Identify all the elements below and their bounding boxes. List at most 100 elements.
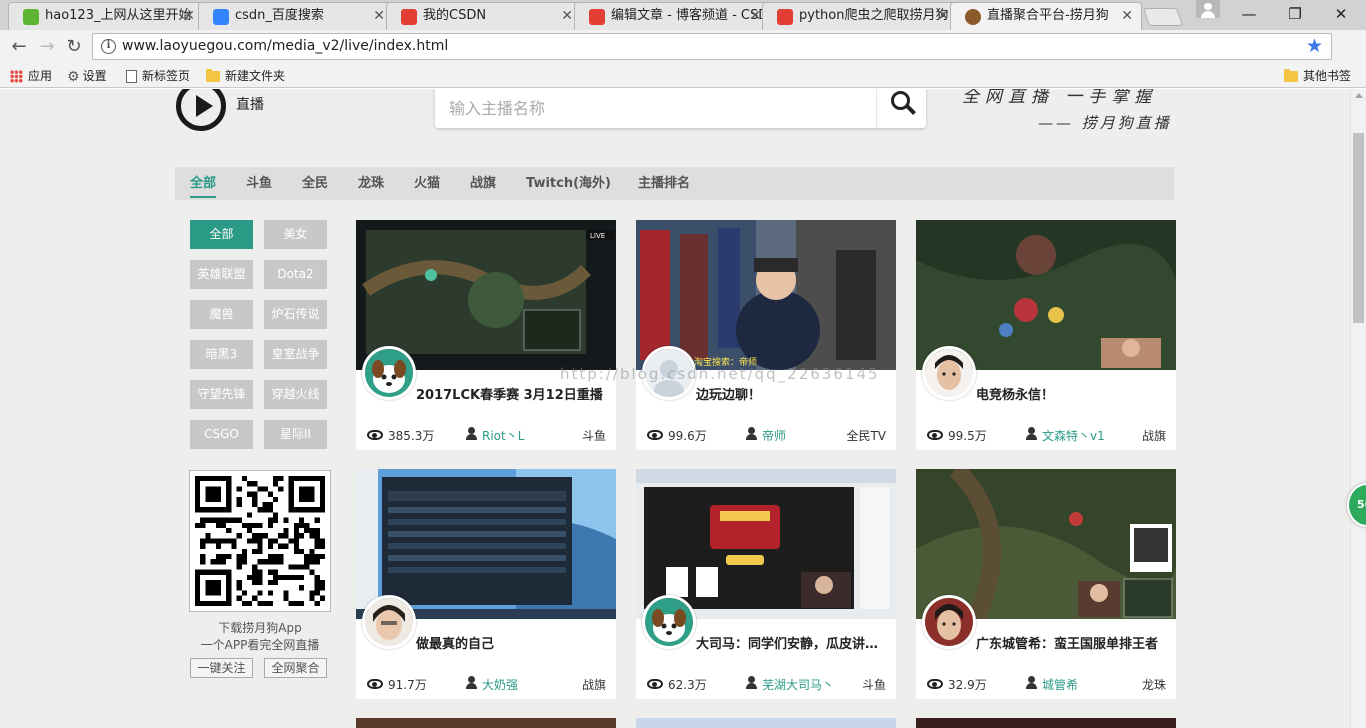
view-count: 99.5万 (948, 429, 987, 443)
tab-baidu[interactable]: csdn_百度搜索 ✕ (198, 2, 394, 30)
platform-name: 战旗 (1141, 429, 1166, 443)
category-csgo[interactable]: CSGO (190, 420, 253, 449)
tab-close-icon[interactable]: ✕ (937, 3, 949, 29)
tab-label: python爬虫之爬取捞月狗 (799, 8, 949, 23)
bookmark-star-icon[interactable]: ★ (1306, 35, 1323, 57)
aggregate-button[interactable]: 全网聚合 (264, 658, 327, 678)
slogan-line1: 全网直播 一手掌握 (962, 89, 1158, 107)
category-overwatch[interactable]: 守望先锋 (190, 380, 253, 409)
category-clash-royale[interactable]: 皇室战争 (264, 340, 327, 369)
bookmark-new-folder[interactable]: 新建文件夹 (206, 67, 285, 85)
category-hearthstone[interactable]: 炉石传说 (264, 300, 327, 329)
stream-card[interactable]: 电竞杨永信！ 99.5万 文森特丶v1 战旗 (916, 220, 1176, 450)
site-info-icon[interactable]: i (101, 39, 116, 54)
tab-my-csdn[interactable]: 我的CSDN ✕ (386, 2, 582, 30)
stream-card[interactable]: 大司马：同学们安静，瓜皮讲课了 62.3万 芜湖大司马丶 斗鱼 (636, 469, 896, 699)
platform-tab-huomao[interactable]: 火猫 (414, 167, 440, 200)
view-count: 32.9万 (948, 678, 987, 692)
maximize-button[interactable]: ❐ (1272, 0, 1318, 28)
tab-hao123[interactable]: hao123_上网从这里开始 ✕ (8, 2, 204, 30)
anchor-avatar[interactable] (362, 595, 416, 649)
platform-tab-zhanqi[interactable]: 战旗 (470, 167, 496, 200)
app-download-text: 下载捞月狗App (218, 621, 302, 635)
tab-laoyuegou-live[interactable]: 直播聚合平台-捞月狗 ✕ (950, 2, 1142, 31)
address-bar[interactable]: i www.laoyuegou.com/media_v2/live/index.… (92, 33, 1332, 60)
back-arrow-icon[interactable]: ← (8, 36, 30, 58)
follow-all-button[interactable]: 一键关注 (190, 658, 253, 678)
stream-card[interactable] (356, 718, 616, 728)
bookmark-settings[interactable]: ⚙ 设置 (67, 67, 107, 85)
search-icon[interactable] (891, 91, 917, 117)
toolbar: ← → ↻ i www.laoyuegou.com/media_v2/live/… (0, 30, 1366, 64)
platform-tab-longzhu[interactable]: 龙珠 (358, 167, 384, 200)
stream-title[interactable]: 边玩边聊！ (696, 384, 890, 403)
stream-title[interactable]: 广东城管希：蛮王国服单排王者 (976, 633, 1170, 652)
anchor-name[interactable]: 文森特丶v1 (1042, 427, 1105, 444)
bookmarks-bar: 应用 ⚙ 设置 新标签页 新建文件夹 其他书签 (0, 64, 1366, 88)
stream-card[interactable]: LIVE 2017LCK春季赛 3月12日重播 385.3万 Riot丶L 斗鱼 (356, 220, 616, 450)
stream-card[interactable]: 做最真的自己 91.7万 大奶强 战旗 (356, 469, 616, 699)
url-text[interactable]: www.laoyuegou.com/media_v2/live/index.ht… (122, 38, 448, 54)
category-all[interactable]: 全部 (190, 220, 253, 249)
logo-text[interactable]: 直播 (236, 94, 264, 114)
stream-title[interactable]: 大司马：同学们安静，瓜皮讲课了 (696, 633, 890, 652)
platform-tab-ranking[interactable]: 主播排名 (638, 167, 690, 200)
tab-close-icon[interactable]: ✕ (373, 3, 385, 29)
platform-tab-douyu[interactable]: 斗鱼 (246, 167, 272, 200)
tab-close-icon[interactable]: ✕ (561, 3, 573, 29)
anchor-avatar[interactable] (642, 595, 696, 649)
category-beauty[interactable]: 美女 (264, 220, 327, 249)
category-warcraft[interactable]: 魔兽 (190, 300, 253, 329)
category-crossfire[interactable]: 穿越火线 (264, 380, 327, 409)
category-starcraft2[interactable]: 星际II (264, 420, 327, 449)
stream-card[interactable] (916, 718, 1176, 728)
minimize-button[interactable]: — (1226, 0, 1272, 28)
stream-card[interactable]: 淘宝搜索：帝师 边玩边聊！ 99.6万 帝师 全民TV (636, 220, 896, 450)
platform-name: 战旗 (581, 678, 606, 692)
platform-tab-twitch[interactable]: Twitch(海外) (526, 167, 611, 200)
stream-title[interactable]: 2017LCK春季赛 3月12日重播 (416, 384, 610, 403)
csdn-favicon-icon (401, 9, 417, 25)
category-diablo3[interactable]: 暗黑3 (190, 340, 253, 369)
anchor-name[interactable]: 芜湖大司马丶 (762, 676, 834, 693)
category-lol[interactable]: 英雄联盟 (190, 260, 253, 289)
new-tab-button[interactable] (1142, 8, 1184, 26)
scroll-up-arrow-icon[interactable] (1355, 93, 1363, 98)
forward-arrow-icon[interactable]: → (36, 36, 58, 58)
close-window-button[interactable]: ✕ (1318, 0, 1364, 28)
stream-card[interactable] (636, 718, 896, 728)
category-dota2[interactable]: Dota2 (264, 260, 327, 289)
platform-tab-quanmin[interactable]: 全民 (302, 167, 328, 200)
anchor-avatar[interactable] (362, 346, 416, 400)
anchor-avatar[interactable] (922, 595, 976, 649)
tab-label: 直播聚合平台-捞月狗 (987, 8, 1109, 23)
anchor-name[interactable]: 帝师 (762, 427, 786, 444)
scroll-thumb[interactable] (1353, 133, 1364, 323)
bookmark-other[interactable]: 其他书签 (1284, 67, 1351, 85)
reload-icon[interactable]: ↻ (63, 36, 85, 58)
anchor-name[interactable]: 大奶强 (482, 676, 518, 693)
anchor-name[interactable]: Riot丶L (482, 427, 524, 444)
anchor-search-input[interactable] (435, 89, 876, 128)
platform-name: 龙珠 (1141, 678, 1166, 692)
platform-tab-all[interactable]: 全部 (190, 167, 217, 200)
csdn-favicon-icon (777, 9, 793, 25)
tab-python-crawler[interactable]: python爬虫之爬取捞月狗 ✕ (762, 2, 958, 30)
user-profile-icon[interactable] (1196, 0, 1220, 18)
tab-close-icon[interactable]: ✕ (183, 3, 195, 29)
tab-close-icon[interactable]: ✕ (1121, 3, 1133, 29)
bookmark-apps[interactable]: 应用 (10, 67, 52, 85)
csdn-favicon-icon (589, 9, 605, 25)
page-scrollbar[interactable] (1350, 89, 1366, 728)
stream-title[interactable]: 做最真的自己 (416, 633, 610, 652)
stream-card[interactable]: 广东城管希：蛮王国服单排王者 32.9万 城管希 龙珠 (916, 469, 1176, 699)
tab-close-icon[interactable]: ✕ (749, 3, 761, 29)
play-logo-icon[interactable] (176, 89, 226, 131)
tab-edit-article[interactable]: 编辑文章 - 博客频道 - CSDN ✕ (574, 2, 770, 30)
anchor-avatar[interactable] (922, 346, 976, 400)
stream-title[interactable]: 电竞杨永信！ (976, 384, 1170, 403)
views-eye-icon (647, 679, 663, 689)
anchor-name[interactable]: 城管希 (1042, 676, 1078, 693)
bookmark-new-tab[interactable]: 新标签页 (126, 67, 190, 85)
platform-name: 斗鱼 (581, 429, 606, 443)
